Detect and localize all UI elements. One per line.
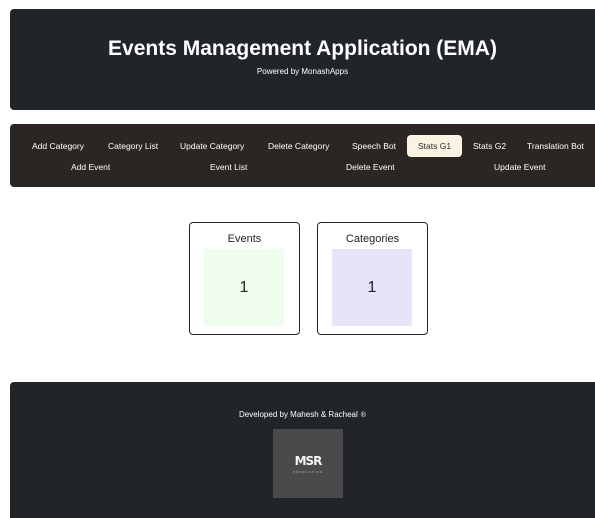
categories-card-title: Categories: [345, 233, 400, 245]
events-card-title: Events: [227, 233, 262, 245]
categories-stat-card: Categories 1: [317, 222, 428, 335]
nav-update-event[interactable]: Update Event: [494, 161, 546, 173]
nav-event-list[interactable]: Event List: [210, 161, 247, 173]
nav-add-event[interactable]: Add Event: [71, 161, 110, 173]
nav-delete-event[interactable]: Delete Event: [346, 161, 395, 173]
events-count: 1: [204, 249, 284, 326]
categories-count: 1: [332, 249, 412, 326]
app-footer: Developed by Mahesh & Racheal ® MSR PRODU…: [10, 382, 595, 518]
page-subtitle: Powered by MonashApps: [256, 67, 349, 76]
nav-add-category[interactable]: Add Category: [32, 140, 84, 152]
msr-logo: MSR PRODUCTION: [273, 429, 343, 498]
developer-credit: Developed by Mahesh & Racheal ®: [10, 409, 595, 422]
logo-tagline: PRODUCTION: [292, 470, 324, 474]
registered-icon: ®: [360, 412, 366, 419]
nav-category-list[interactable]: Category List: [108, 140, 158, 152]
nav-stats-g1[interactable]: Stats G1: [407, 135, 463, 157]
nav-update-category[interactable]: Update Category: [180, 140, 244, 152]
page-title: Events Management Application (EMA): [108, 37, 497, 60]
events-stat-card: Events 1: [189, 222, 300, 335]
main-nav: Add Category Category List Update Catego…: [10, 124, 595, 187]
nav-translation-bot[interactable]: Translation Bot: [527, 140, 584, 152]
nav-stats-g2[interactable]: Stats G2: [473, 140, 506, 152]
nav-delete-category[interactable]: Delete Category: [268, 140, 329, 152]
nav-speech-bot[interactable]: Speech Bot: [352, 140, 396, 152]
logo-text: MSR: [294, 454, 323, 468]
app-header: Events Management Application (EMA) Powe…: [10, 9, 595, 110]
credit-text: Developed by Mahesh & Racheal: [239, 410, 358, 419]
